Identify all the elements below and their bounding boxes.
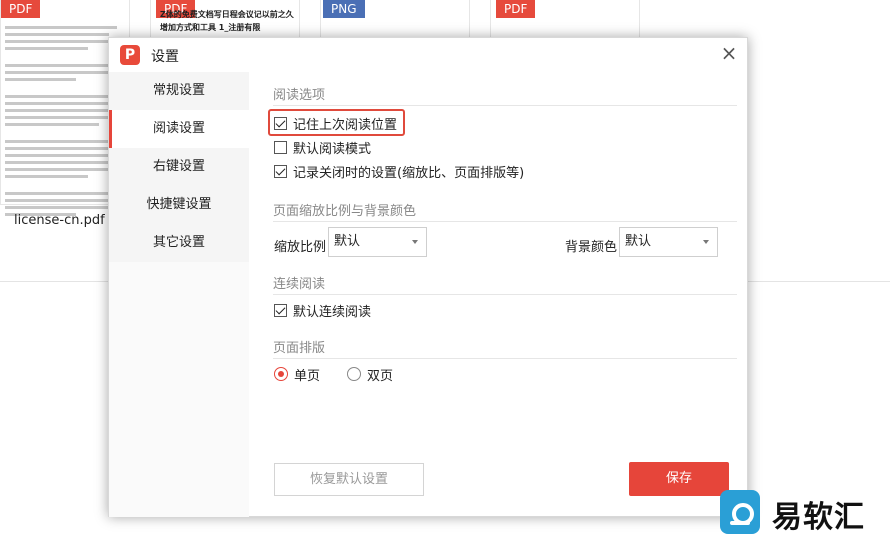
file-type-badge: PDF: [1, 0, 41, 18]
checkbox-checked[interactable]: [274, 164, 287, 178]
checkbox-label: 默认阅读模式: [293, 141, 372, 157]
sidebar-item-shortcuts[interactable]: 快捷键设置: [109, 186, 249, 224]
watermark: 易软汇: [720, 488, 885, 536]
single-page-radio[interactable]: 单页: [274, 366, 321, 384]
record-close-settings-checkbox[interactable]: 记录关闭时的设置(缩放比、页面排版等): [274, 163, 525, 181]
section-title-continuous: 连续阅读: [273, 277, 326, 292]
dialog-title: 设置: [151, 49, 179, 65]
save-button[interactable]: 保存: [629, 462, 729, 496]
radio-unselected[interactable]: [347, 367, 361, 381]
section-title-zoom-background: 页面缩放比例与背景颜色: [273, 204, 417, 219]
section-divider: [273, 221, 737, 222]
default-continuous-checkbox[interactable]: 默认连续阅读: [274, 302, 372, 320]
reset-defaults-button[interactable]: 恢复默认设置: [274, 463, 424, 496]
double-page-radio[interactable]: 双页: [347, 366, 394, 384]
default-reading-mode-checkbox[interactable]: 默认阅读模式: [274, 139, 372, 157]
file-name-label[interactable]: license-cn.pdf: [14, 213, 105, 228]
chevron-down-icon: [703, 240, 709, 244]
zoom-select[interactable]: 默认: [328, 227, 427, 257]
checkbox-checked[interactable]: [274, 303, 287, 317]
section-divider: [273, 358, 737, 359]
radio-selected[interactable]: [274, 367, 288, 381]
chevron-down-icon: [412, 240, 418, 244]
sidebar-item-context-menu[interactable]: 右键设置: [109, 148, 249, 186]
checkbox-checked[interactable]: [274, 116, 287, 130]
section-divider: [273, 294, 737, 295]
document-preview-title: Z体的免费文档写日程会议记以前之久增加方式和工具 1_注册有限: [160, 10, 294, 32]
settings-dialog: P 设置 × 常规设置 阅读设置 右键设置 快捷键设置 其它设置 阅读选项 记住…: [108, 37, 748, 517]
checkbox-label: 记录关闭时的设置(缩放比、页面排版等): [293, 165, 525, 181]
radio-label: 单页: [294, 368, 321, 384]
section-title-reading-options: 阅读选项: [273, 88, 326, 103]
remember-position-checkbox[interactable]: 记住上次阅读位置: [274, 115, 398, 133]
section-title-page-layout: 页面排版: [273, 341, 326, 356]
watermark-logo-icon: [720, 490, 760, 534]
watermark-text: 易软汇: [772, 500, 865, 535]
settings-content: 阅读选项 记住上次阅读位置 默认阅读模式 记录关闭时的设置(缩放比、页面排版等)…: [249, 72, 748, 517]
radio-label: 双页: [367, 368, 394, 384]
checkbox-unchecked[interactable]: [274, 140, 287, 154]
sidebar-item-reading[interactable]: 阅读设置: [109, 110, 249, 148]
background-color-label: 背景颜色: [565, 240, 618, 255]
sidebar-item-other[interactable]: 其它设置: [109, 224, 249, 262]
app-logo-icon: P: [120, 45, 140, 65]
file-type-badge: PNG: [323, 0, 365, 18]
close-icon[interactable]: ×: [720, 43, 738, 63]
zoom-select-value: 默认: [334, 234, 361, 249]
file-type-badge: PDF: [496, 0, 536, 18]
zoom-label: 缩放比例: [274, 240, 327, 255]
sidebar-item-general[interactable]: 常规设置: [109, 72, 249, 110]
checkbox-label: 默认连续阅读: [293, 304, 372, 320]
document-preview: [5, 26, 123, 220]
section-divider: [273, 105, 737, 106]
dialog-titlebar: P 设置 ×: [109, 38, 747, 72]
background-color-select-value: 默认: [625, 234, 652, 249]
background-color-select[interactable]: 默认: [619, 227, 718, 257]
settings-sidebar: 常规设置 阅读设置 右键设置 快捷键设置 其它设置: [109, 72, 249, 517]
checkbox-label: 记住上次阅读位置: [293, 117, 398, 133]
